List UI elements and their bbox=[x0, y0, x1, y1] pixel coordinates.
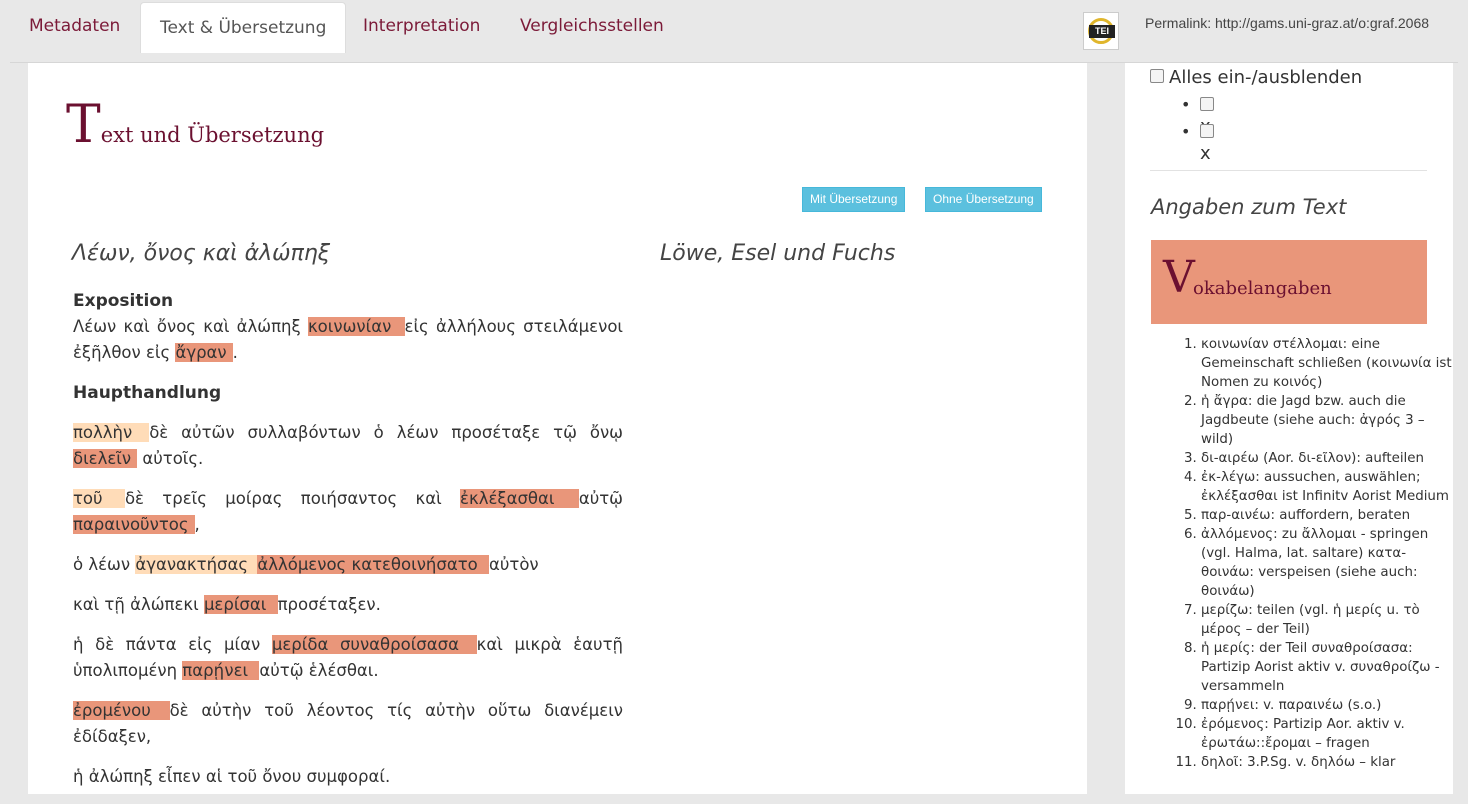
vocab-item: δηλοῖ: 3.P.Sg. v. δηλόω – klar bbox=[1201, 753, 1453, 772]
with-translation-button[interactable]: Mit Übersetzung bbox=[802, 187, 906, 212]
permalink[interactable]: Permalink: http://gams.uni-graz.at/o:gra… bbox=[1145, 15, 1429, 31]
text-span: προσέταξεν. bbox=[277, 595, 381, 614]
text-span: καὶ τῇ ἀλώπεκι bbox=[73, 595, 204, 614]
tab-text-uebersetzung[interactable]: Text & Übersetzung bbox=[140, 2, 347, 53]
text-span: ἡ ἀλώπηξ εἶπεν αἱ τοῦ ὄνου συμφοραί. bbox=[73, 767, 391, 786]
vocab-item: κοινωνίαν στέλλομαι: eine Gemeinschaft s… bbox=[1201, 335, 1453, 392]
text-span: ἡ δὲ πάντα εἰς μίαν bbox=[73, 635, 272, 654]
text-span: αὐτοῖς. bbox=[137, 449, 204, 468]
text-paragraph: τοῦ δὲ τρεῖς μοίρας ποιήσαντος καὶ ἐκλέξ… bbox=[73, 486, 623, 538]
vocab-item: ἡ ἄγρα: die Jagd bzw. auch die Jagdbeute… bbox=[1201, 392, 1453, 449]
text-paragraph: ἡ δὲ πάντα εἰς μίαν μερίδα συναθροίσασα … bbox=[73, 632, 623, 684]
text-paragraph: ὁ λέων ἀγανακτήσας ἀλλόμενος κατεθοινήσα… bbox=[73, 552, 623, 578]
vocab-item: παρῄνει: v. παραινέω (s.o.) bbox=[1201, 696, 1453, 715]
vocab-highlight[interactable]: ἐρομένου bbox=[73, 701, 170, 720]
sub-toggle-label: x bbox=[1200, 143, 1211, 164]
text-span: δὲ αὐτῶν συλλαβόντων ὁ λέων προσέταξε τῷ… bbox=[149, 423, 623, 442]
greek-title: Λέων, ὄνος καὶ ἀλώπηξ bbox=[72, 241, 331, 266]
vocab-item: δι-αιρέω (Aor. δι-εῖλον): aufteilen bbox=[1201, 449, 1453, 468]
sidebar: Alles ein-/ausblenden • x • x Angaben zu… bbox=[1125, 63, 1453, 794]
tei-logo-icon[interactable]: TEI bbox=[1083, 12, 1119, 50]
vocab-title-box: V okabelangaben bbox=[1151, 240, 1427, 324]
grammar-highlight[interactable]: πολλὴν bbox=[73, 423, 150, 442]
vocab-item: παρ-αινέω: auffordern, beraten bbox=[1201, 506, 1453, 525]
page-title: Text und Übersetzung bbox=[66, 99, 324, 151]
text-paragraph: ἡ ἀλώπηξ εἶπεν αἱ τοῦ ὄνου συμφοραί. bbox=[73, 764, 623, 790]
text-paragraph: καὶ τῇ ἀλώπεκι μερίσαι προσέταξεν. bbox=[73, 592, 623, 618]
vocab-item: ἐκ-λέγω: aussuchen, auswählen; ἐκλέξασθα… bbox=[1201, 468, 1453, 506]
toggle-all-label: Alles ein-/ausblenden bbox=[1169, 67, 1363, 88]
section-heading-exposition: Exposition bbox=[73, 291, 174, 311]
vocab-highlight[interactable]: ἄγραν bbox=[175, 343, 233, 362]
text-span: . bbox=[232, 343, 238, 362]
vocab-highlight[interactable]: μερίσαι bbox=[203, 595, 278, 614]
main-content: Text und Übersetzung Mit Übersetzung Ohn… bbox=[28, 63, 1087, 794]
text-span: αὐτὸν bbox=[488, 555, 539, 574]
page-title-initial: T bbox=[66, 95, 101, 155]
text-paragraph: πολλὴν δὲ αὐτῶν συλλαβόντων ὁ λέων προσέ… bbox=[73, 420, 623, 472]
text-paragraph: ἐρομένου δὲ αὐτὴν τοῦ λέοντος τίς αὐτὴν … bbox=[73, 698, 623, 750]
vocab-title-rest: okabelangaben bbox=[1193, 278, 1332, 299]
vocab-item: μερίζω: teilen (vgl. ἡ μερίς u. τὸ μέρος… bbox=[1201, 601, 1453, 639]
vocab-highlight[interactable]: κοινωνίαν bbox=[307, 317, 405, 336]
vocab-highlight[interactable]: μερίδα συναθροίσασα bbox=[271, 635, 477, 654]
without-translation-button[interactable]: Ohne Übersetzung bbox=[925, 187, 1042, 212]
text-span: αὐτῷ ἑλέσθαι. bbox=[259, 661, 379, 680]
bullet-icon: • bbox=[1181, 95, 1191, 114]
text-span: , bbox=[194, 515, 200, 534]
vocab-highlight[interactable]: παραινοῦντος bbox=[73, 515, 195, 534]
tei-logo-text: TEI bbox=[1089, 25, 1115, 38]
tab-metadaten[interactable]: Metadaten bbox=[29, 0, 120, 52]
vocab-item: ἡ μερίς: der Teil συναθροίσασα: Partizip… bbox=[1201, 639, 1453, 696]
text-span: δὲ τρεῖς μοίρας ποιήσαντος καὶ bbox=[124, 489, 461, 508]
top-navigation: Metadaten Text & Übersetzung Interpretat… bbox=[0, 0, 1468, 62]
vocab-highlight[interactable]: παρῄνει bbox=[182, 661, 260, 680]
bullet-icon: • bbox=[1181, 122, 1191, 141]
tab-interpretation[interactable]: Interpretation bbox=[363, 0, 480, 52]
sub-toggle-checkbox[interactable] bbox=[1200, 124, 1214, 138]
text-paragraph: Λέων καὶ ὄνος καὶ ἀλώπηξ κοινωνίαν εἰς ἀ… bbox=[73, 314, 623, 366]
vocab-highlight[interactable]: ἐκλέξασθαι bbox=[460, 489, 579, 508]
tab-vergleichsstellen[interactable]: Vergleichsstellen bbox=[520, 0, 664, 52]
toggle-all[interactable]: Alles ein-/ausblenden bbox=[1150, 67, 1362, 88]
german-title: Löwe, Esel und Fuchs bbox=[660, 241, 896, 266]
vocab-item: ἐρόμενος: Partizip Aor. aktiv v. ἐρωτάω:… bbox=[1201, 715, 1453, 753]
text-span: Λέων καὶ ὄνος καὶ ἀλώπηξ bbox=[73, 317, 308, 336]
text-span: αὐτῷ bbox=[578, 489, 624, 508]
vocab-title-initial: V bbox=[1163, 252, 1195, 303]
text-span: ὁ λέων bbox=[73, 555, 136, 574]
vocab-highlight[interactable]: ἀλλόμενος κατεθοινήσατο bbox=[257, 555, 489, 574]
grammar-highlight[interactable]: ἀγανακτήσας bbox=[135, 555, 258, 574]
sidebar-heading: Angaben zum Text bbox=[1151, 195, 1347, 219]
sidebar-divider bbox=[1150, 170, 1427, 171]
section-heading-haupthandlung: Haupthandlung bbox=[73, 383, 222, 403]
sub-toggle-checkbox[interactable] bbox=[1200, 97, 1214, 111]
grammar-highlight[interactable]: τοῦ bbox=[73, 489, 125, 508]
greek-text: Exposition Λέων καὶ ὄνος καὶ ἀλώπηξ κοιν… bbox=[73, 288, 623, 804]
page-title-rest: ext und Übersetzung bbox=[100, 123, 325, 147]
toggle-all-checkbox[interactable] bbox=[1150, 69, 1164, 83]
vocab-list: κοινωνίαν στέλλομαι: eine Gemeinschaft s… bbox=[1175, 335, 1453, 772]
vocab-item: ἀλλόμενος: zu ἄλλομαι - springen (vgl. H… bbox=[1201, 525, 1453, 601]
vocab-highlight[interactable]: διελεῖν bbox=[73, 449, 138, 468]
